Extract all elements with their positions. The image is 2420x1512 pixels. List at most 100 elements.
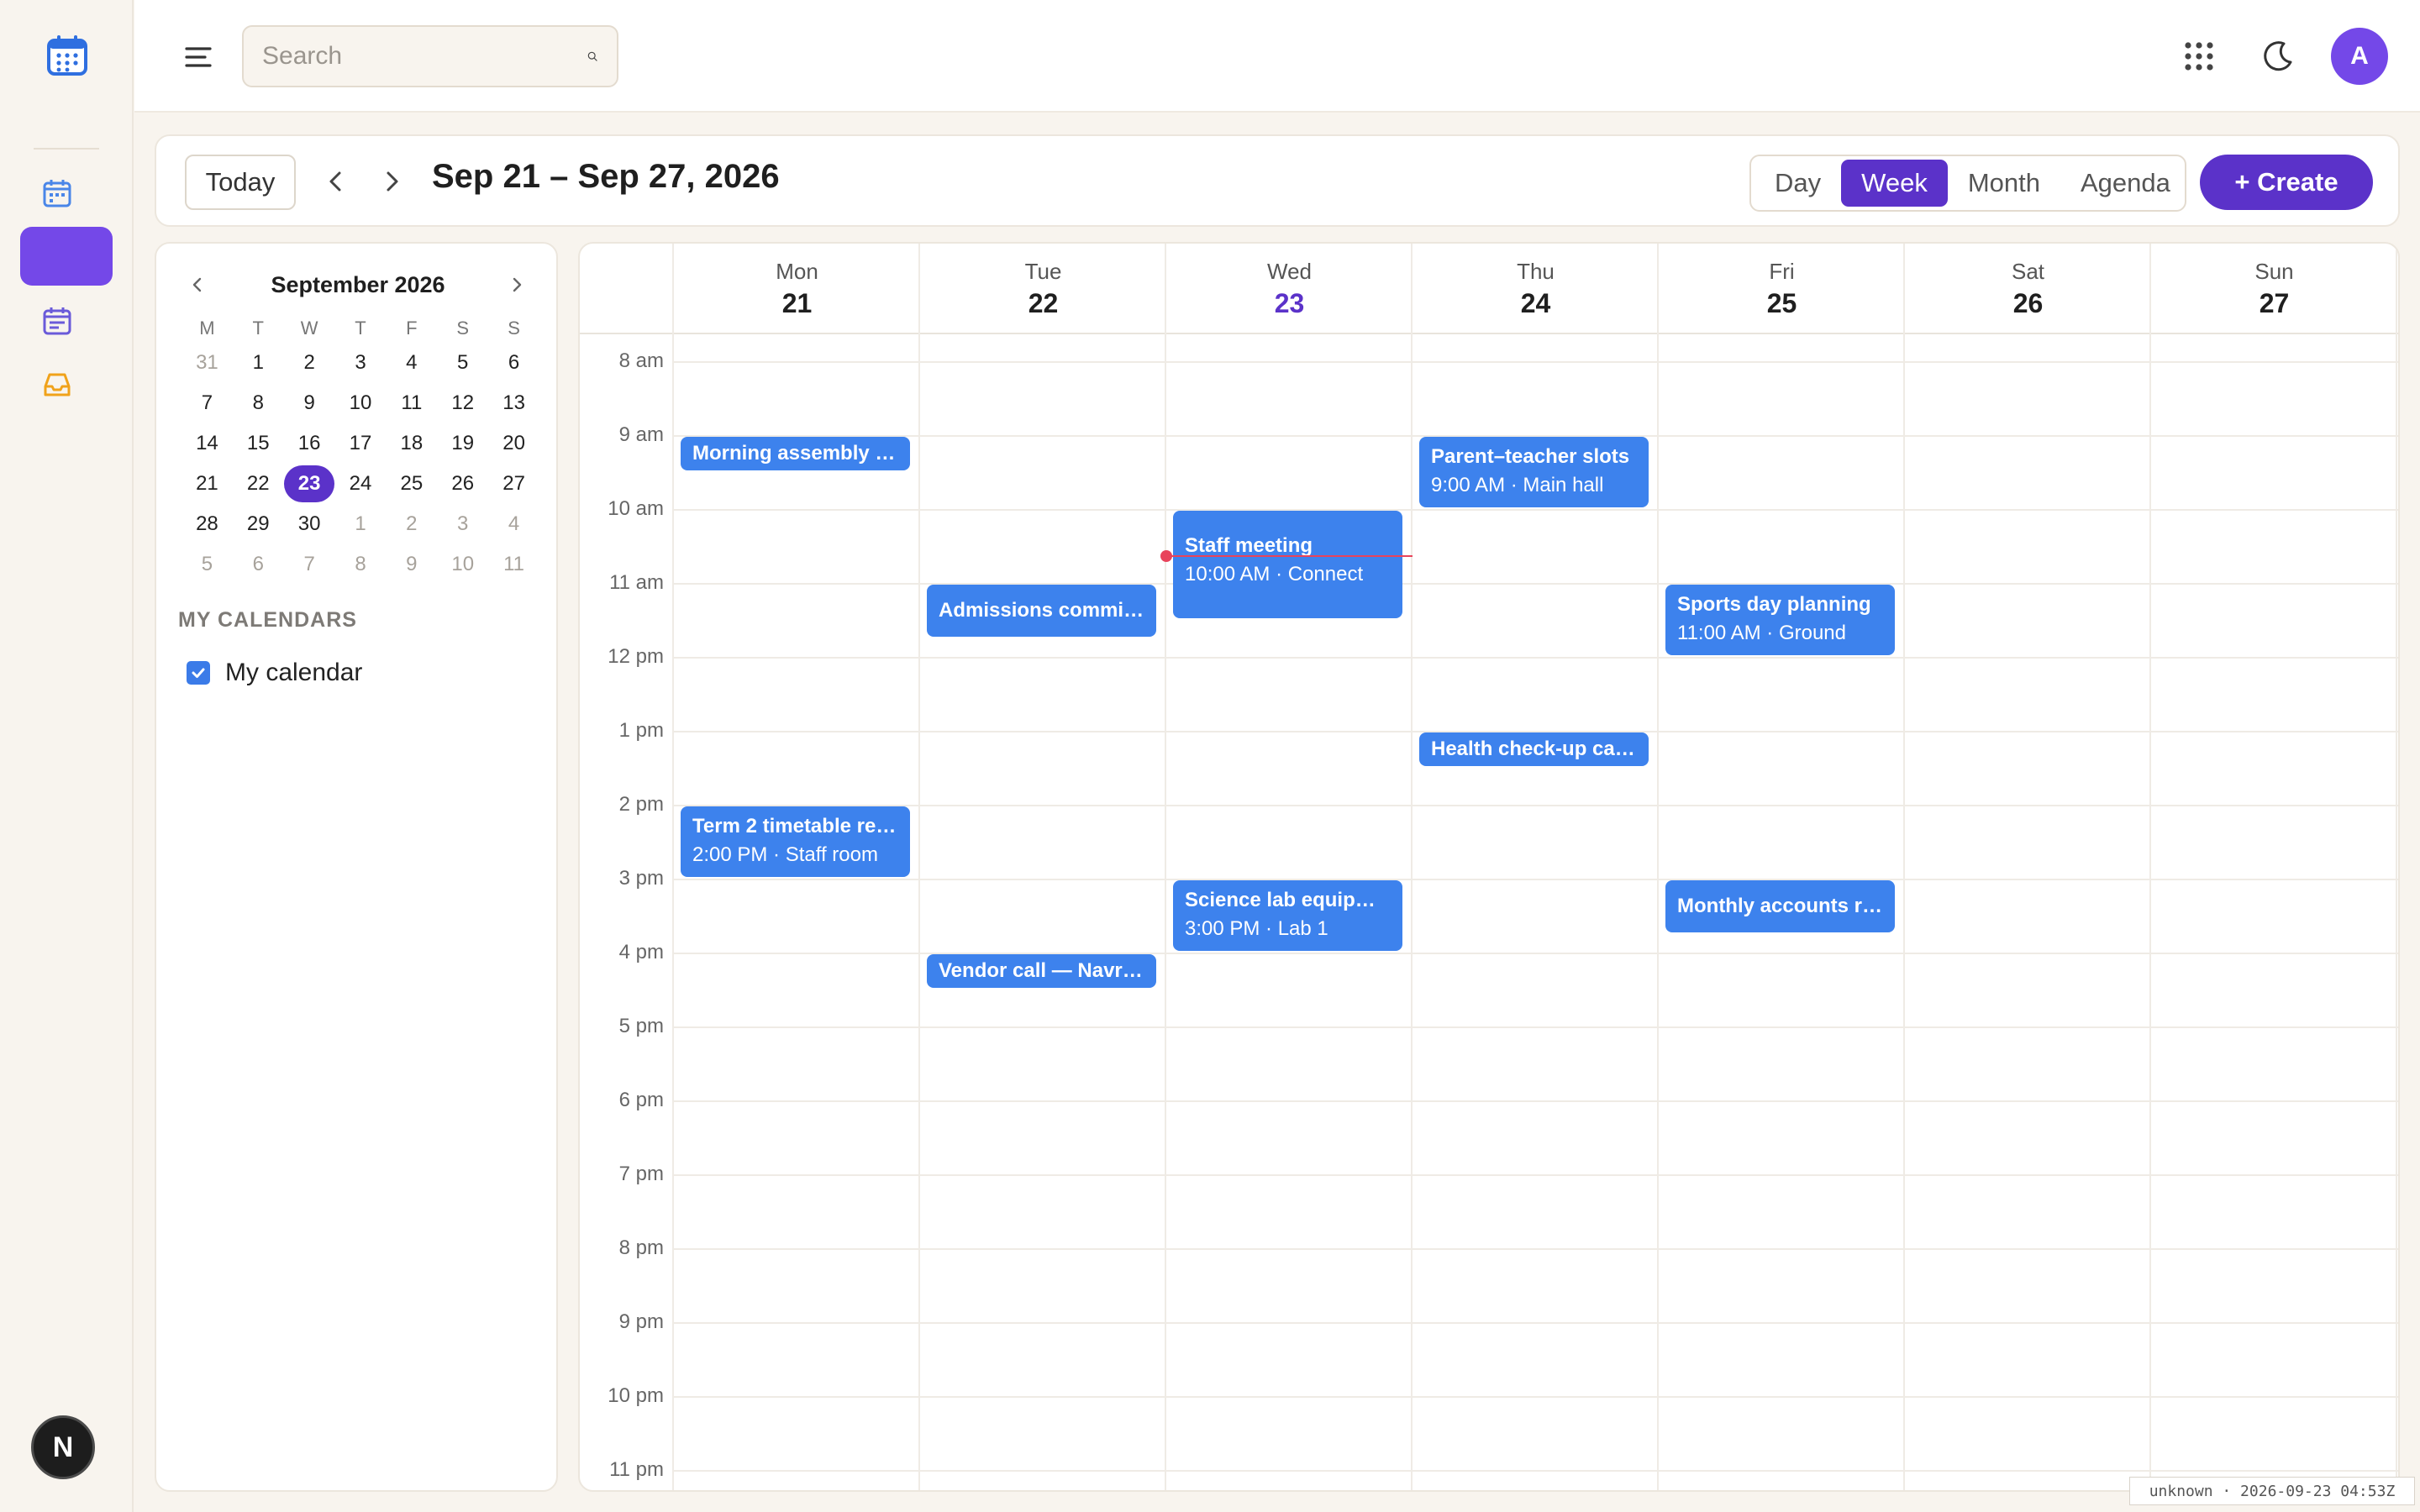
mini-day[interactable]: 15	[233, 423, 284, 464]
mini-day[interactable]: 3	[335, 343, 387, 383]
day-column-divider	[672, 334, 674, 1490]
apps-grid-icon[interactable]	[2180, 37, 2218, 76]
inbox-nav-icon[interactable]	[40, 368, 74, 402]
day-column-divider	[1165, 334, 1166, 1490]
mini-day[interactable]: 21	[182, 464, 233, 504]
calendar-event[interactable]: Vendor call — Navrang	[927, 954, 1156, 988]
menu-icon[interactable]	[178, 37, 218, 77]
mini-day[interactable]: 28	[182, 504, 233, 544]
mini-day[interactable]: 2	[386, 504, 437, 544]
mini-day[interactable]: 10	[437, 544, 488, 585]
hour-label: 9 pm	[618, 1310, 664, 1333]
calendar-event[interactable]: Term 2 timetable revi… 2:00 PM · Staff ro…	[681, 806, 910, 877]
mini-day[interactable]: 8	[335, 544, 387, 585]
mini-day[interactable]: 4	[488, 504, 539, 544]
calendar-event[interactable]: Morning assembly bri…	[681, 437, 910, 470]
mini-day[interactable]: 27	[488, 464, 539, 504]
mini-day[interactable]: 24	[335, 464, 387, 504]
mini-day[interactable]: 18	[386, 423, 437, 464]
search-icon[interactable]	[587, 41, 598, 71]
week-grid[interactable]: 8 am 9 am 10 am 11 am 12 pm 1 pm 2 pm 3 pm 4 pm 5…	[580, 334, 2398, 1490]
mini-day[interactable]: 17	[335, 423, 387, 464]
day-header-thu[interactable]: Thu 24	[1413, 259, 1659, 319]
view-month-button[interactable]: Month	[1948, 160, 2060, 207]
mini-day[interactable]: 19	[437, 423, 488, 464]
calendar-event[interactable]: Science lab equipment 3:00 PM · Lab 1	[1173, 880, 1402, 951]
calendar-toolbar: Today Sep 21 – Sep 27, 2026 Day Week Month…	[155, 134, 2400, 227]
mini-day[interactable]: 11	[386, 383, 437, 423]
mini-day[interactable]: 30	[284, 504, 335, 544]
hour-label: 2 pm	[618, 793, 664, 816]
mini-day[interactable]: 25	[386, 464, 437, 504]
mini-day[interactable]: 6	[233, 544, 284, 585]
day-column-divider	[1411, 334, 1413, 1490]
calendar-event[interactable]: Sports day planning 11:00 AM · Ground	[1665, 585, 1895, 655]
calendar-toggle-my-calendar[interactable]: My calendar	[187, 659, 362, 687]
calendar-nav-icon[interactable]	[40, 176, 74, 210]
create-button[interactable]: + Create	[2200, 155, 2373, 210]
mini-week-row: 7 8 9 10 11 12 13	[182, 383, 539, 423]
calendar-event[interactable]: Staff meeting 10:00 AM · Connect	[1173, 511, 1402, 618]
mini-next-month-icon[interactable]	[504, 272, 529, 297]
mini-day[interactable]: 12	[437, 383, 488, 423]
day-header-fri[interactable]: Fri 25	[1659, 259, 1905, 319]
mini-day[interactable]: 31	[182, 343, 233, 383]
mini-day[interactable]: 7	[284, 544, 335, 585]
hour-label: 11 pm	[609, 1458, 664, 1481]
mini-day[interactable]: 26	[437, 464, 488, 504]
view-day-button[interactable]: Day	[1754, 160, 1841, 207]
day-header-sat[interactable]: Sat 26	[1905, 259, 2151, 319]
view-agenda-button[interactable]: Agenda	[2060, 160, 2191, 207]
current-time-line	[1166, 554, 1413, 557]
user-avatar[interactable]: A	[2331, 28, 2388, 85]
mini-week-row: 28 29 30 1 2 3 4	[182, 504, 539, 544]
today-button[interactable]: Today	[185, 155, 296, 210]
calendar-event[interactable]: Monthly accounts rev…	[1665, 880, 1895, 932]
day-header-mon[interactable]: Mon 21	[674, 259, 920, 319]
mini-day[interactable]: 16	[284, 423, 335, 464]
mini-day[interactable]: 4	[386, 343, 437, 383]
mini-day[interactable]: 14	[182, 423, 233, 464]
mini-day[interactable]: 7	[182, 383, 233, 423]
mini-day[interactable]: 3	[437, 504, 488, 544]
calendar-logo-icon[interactable]	[44, 32, 91, 79]
day-header-wed[interactable]: Wed 23	[1166, 259, 1413, 319]
mini-day[interactable]: 20	[488, 423, 539, 464]
mini-day[interactable]: 23	[284, 464, 335, 504]
dark-mode-icon[interactable]	[2259, 37, 2297, 76]
mini-day[interactable]: 1	[233, 343, 284, 383]
calendar-event[interactable]: Health check-up cam…	[1419, 732, 1649, 766]
view-week-button[interactable]: Week	[1841, 160, 1948, 207]
mini-day[interactable]: 9	[386, 544, 437, 585]
mini-week-row: 14 15 16 17 18 19 20	[182, 423, 539, 464]
search-box	[242, 25, 618, 87]
chevron-right-icon[interactable]	[371, 161, 412, 202]
checkbox-checked-icon[interactable]	[187, 661, 210, 685]
day-of-week: Tue	[1024, 259, 1062, 284]
header-column-divider	[918, 244, 920, 334]
mini-day[interactable]: 1	[335, 504, 387, 544]
framework-badge[interactable]: N	[31, 1415, 95, 1479]
schedule-nav-icon[interactable]	[40, 304, 74, 338]
mini-day[interactable]: 10	[335, 383, 387, 423]
day-header-tue[interactable]: Tue 22	[920, 259, 1166, 319]
mini-day[interactable]: 2	[284, 343, 335, 383]
mini-day[interactable]: 22	[233, 464, 284, 504]
chevron-left-icon[interactable]	[316, 161, 356, 202]
search-input[interactable]	[262, 42, 587, 71]
hour-label: 8 pm	[618, 1236, 664, 1259]
mini-day[interactable]: 6	[488, 343, 539, 383]
calendar-event[interactable]: Parent–teacher slots 9:00 AM · Main hall	[1419, 437, 1649, 507]
calendar-event[interactable]: Admissions committee	[927, 585, 1156, 637]
mini-day[interactable]: 13	[488, 383, 539, 423]
mini-day[interactable]: 5	[437, 343, 488, 383]
day-number: 24	[1520, 288, 1551, 318]
mini-day[interactable]: 8	[233, 383, 284, 423]
mini-day[interactable]: 5	[182, 544, 233, 585]
mini-day[interactable]: 11	[488, 544, 539, 585]
mini-day[interactable]: 29	[233, 504, 284, 544]
day-header-sun[interactable]: Sun 27	[2151, 259, 2397, 319]
mini-weekday-label: T	[252, 318, 264, 339]
rail-active-item[interactable]	[20, 227, 113, 286]
mini-day[interactable]: 9	[284, 383, 335, 423]
